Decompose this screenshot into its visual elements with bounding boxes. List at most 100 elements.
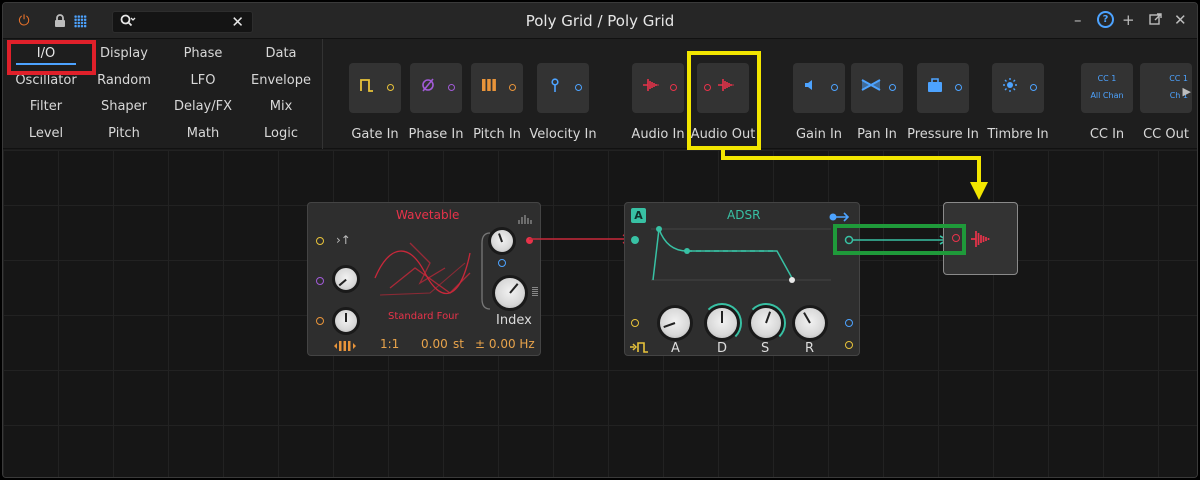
output-port-icon	[1030, 84, 1037, 91]
output-port-icon	[670, 84, 677, 91]
patch-canvas[interactable]: Wavetable ›↑ Standard Four Index 1:1 0.0…	[3, 150, 1197, 477]
velocity-in-label: Velocity In	[529, 127, 597, 142]
adsr-module[interactable]: A ADSR A D S R	[624, 202, 860, 356]
wavetable-preset[interactable]: Standard Four	[388, 311, 459, 322]
attack-label: A	[671, 341, 680, 356]
fine-tune-value[interactable]: ± 0.00 Hz	[475, 337, 535, 351]
cc-in-module[interactable]: CC 1 All Chan	[1081, 63, 1133, 113]
output-port-icon	[575, 84, 582, 91]
index-knob[interactable]	[492, 275, 528, 311]
category-phase[interactable]: Phase	[163, 46, 243, 61]
link-bracket	[481, 232, 491, 310]
gate-input-port[interactable]	[316, 237, 324, 245]
help-button[interactable]: ?	[1097, 11, 1114, 28]
audio-icon	[970, 229, 996, 253]
category-math[interactable]: Math	[163, 126, 243, 141]
pressure-in-module[interactable]	[917, 63, 969, 113]
keytrack-icon[interactable]	[333, 337, 357, 356]
window-title: Poly Grid / Poly Grid	[525, 12, 675, 30]
pitch-knob[interactable]	[332, 307, 360, 335]
modulation-grip-icon[interactable]	[532, 287, 538, 297]
index-input-port[interactable]	[498, 259, 506, 267]
end-output-port[interactable]	[845, 341, 853, 349]
pressure-icon	[927, 77, 943, 97]
release-label: R	[805, 341, 815, 356]
gate-mode-icon[interactable]	[629, 338, 649, 357]
adsr-badge[interactable]: A	[631, 208, 646, 223]
gate-icon	[359, 77, 375, 97]
add-button[interactable]: +	[1122, 11, 1135, 29]
category-pitch[interactable]: Pitch	[84, 126, 164, 141]
phase-knob[interactable]	[332, 265, 360, 293]
decay-label: D	[717, 341, 728, 356]
close-button[interactable]: ✕	[1174, 11, 1187, 29]
mod-output-port[interactable]	[845, 319, 853, 327]
velocity-in-module[interactable]	[537, 63, 589, 113]
scroll-right-icon[interactable]: ▶	[1183, 85, 1191, 98]
output-port-icon	[509, 84, 516, 91]
category-envelope[interactable]: Envelope	[241, 73, 321, 88]
category-logic[interactable]: Logic	[241, 126, 321, 141]
pan-icon	[861, 77, 881, 97]
annotation-arrow	[721, 150, 988, 200]
cc-out-label: CC Out	[1143, 127, 1189, 142]
velocity-icon	[547, 77, 563, 97]
output-port-icon	[448, 84, 455, 91]
wavetable-title: Wavetable	[396, 208, 460, 222]
popout-button[interactable]	[1149, 13, 1162, 30]
output-port-icon	[889, 84, 896, 91]
gate-input-port[interactable]	[631, 319, 639, 327]
spectrum-icon	[518, 209, 534, 228]
cc-in-number: CC 1	[1097, 74, 1117, 83]
gain-in-module[interactable]	[793, 63, 845, 113]
highlight-io-category	[7, 40, 96, 75]
timbre-in-module[interactable]	[992, 63, 1044, 113]
adsr-title: ADSR	[727, 208, 761, 222]
cc-out-number: CC 1	[1169, 74, 1188, 83]
release-knob[interactable]	[792, 305, 828, 341]
envelope-display	[651, 226, 831, 283]
sustain-knob[interactable]	[748, 305, 784, 341]
sustain-label: S	[761, 341, 770, 356]
output-port-icon	[955, 84, 962, 91]
category-mix[interactable]: Mix	[241, 99, 321, 114]
audio-icon	[642, 77, 664, 97]
attack-knob[interactable]	[657, 305, 693, 341]
semitone-unit: st	[453, 337, 464, 351]
gate-in-module[interactable]	[349, 63, 401, 113]
waveform-display	[374, 242, 471, 296]
phase-input-port[interactable]	[316, 277, 324, 285]
highlight-audio-out-module	[687, 51, 761, 150]
category-display[interactable]: Display	[84, 46, 164, 61]
category-data[interactable]: Data	[241, 46, 321, 61]
timbre-in-label: Timbre In	[987, 127, 1049, 142]
phase-icon	[420, 77, 436, 97]
category-shaper[interactable]: Shaper	[84, 99, 164, 114]
audio-in-module[interactable]	[632, 63, 684, 113]
audio-input-port[interactable]	[631, 236, 639, 244]
decay-knob[interactable]	[704, 305, 740, 341]
output-port-icon	[831, 84, 838, 91]
ratio-value[interactable]: 1:1	[380, 337, 399, 351]
pan-in-module[interactable]	[851, 63, 903, 113]
highlight-output-cable	[833, 224, 966, 255]
minimize-button[interactable]: –	[1074, 11, 1082, 29]
timbre-icon	[1002, 77, 1018, 97]
category-oscillator[interactable]: Oscillator	[6, 73, 86, 88]
phase-in-module[interactable]	[410, 63, 462, 113]
category-filter[interactable]: Filter	[6, 99, 86, 114]
pitch-in-module[interactable]	[471, 63, 523, 113]
category-random[interactable]: Random	[84, 73, 164, 88]
index-label: Index	[496, 313, 532, 328]
retrigger-icon[interactable]: ›↑	[336, 233, 351, 247]
semitone-value[interactable]: 0.00	[421, 337, 448, 351]
pitch-input-port[interactable]	[316, 317, 324, 325]
category-lfo[interactable]: LFO	[163, 73, 243, 88]
category-delay-fx[interactable]: Delay/FX	[163, 99, 243, 114]
category-level[interactable]: Level	[6, 126, 86, 141]
level-knob[interactable]	[488, 227, 516, 255]
wavetable-module[interactable]: Wavetable ›↑ Standard Four Index 1:1 0.0…	[307, 202, 541, 356]
cc-in-channel: All Chan	[1090, 91, 1124, 100]
output-port-icon	[387, 84, 394, 91]
keyboard-icon	[481, 77, 497, 97]
